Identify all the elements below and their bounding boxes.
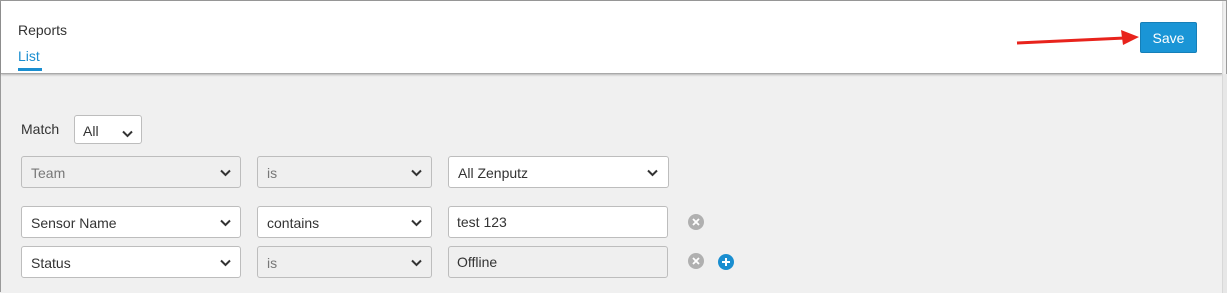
remove-filter-icon[interactable] [688, 214, 704, 230]
filter-operator-select[interactable]: is [257, 246, 432, 278]
filter-operator-select[interactable]: is [257, 156, 432, 188]
match-select[interactable]: All [74, 115, 142, 144]
filter-field-select[interactable]: Status [21, 246, 241, 278]
chevron-down-icon [220, 169, 231, 177]
match-select-value: All [83, 123, 99, 139]
remove-filter-icon[interactable] [688, 253, 704, 269]
filter-field-value: Status [31, 255, 71, 271]
scrollbar[interactable] [1222, 74, 1227, 293]
tab-active-indicator [18, 68, 42, 71]
filter-field-value: Team [31, 165, 66, 181]
save-button[interactable]: Save [1140, 22, 1197, 53]
filter-field-select[interactable]: Sensor Name [21, 206, 241, 238]
filter-value-text: All Zenputz [458, 165, 529, 181]
chevron-down-icon [122, 130, 133, 138]
chevron-down-icon [220, 219, 231, 227]
chevron-down-icon [647, 169, 658, 177]
chevron-down-icon [411, 219, 422, 227]
filter-value-select[interactable]: All Zenputz [448, 156, 669, 188]
filter-field-select[interactable]: Team [21, 156, 241, 188]
chevron-down-icon [411, 169, 422, 177]
add-filter-icon[interactable] [718, 254, 734, 270]
filter-field-value: Sensor Name [31, 215, 117, 231]
match-label: Match [21, 121, 60, 137]
tab-list[interactable]: List [18, 48, 40, 64]
filter-operator-value: is [267, 255, 278, 271]
filter-value-input[interactable] [448, 206, 668, 238]
annotation-arrow-icon [1016, 30, 1139, 45]
filter-operator-value: contains [267, 215, 320, 231]
filter-operator-select[interactable]: contains [257, 206, 432, 238]
page-title: Reports [18, 22, 68, 38]
chevron-down-icon [220, 259, 231, 267]
filter-value-input[interactable] [448, 246, 668, 278]
chevron-down-icon [411, 259, 422, 267]
filter-operator-value: is [267, 165, 278, 181]
